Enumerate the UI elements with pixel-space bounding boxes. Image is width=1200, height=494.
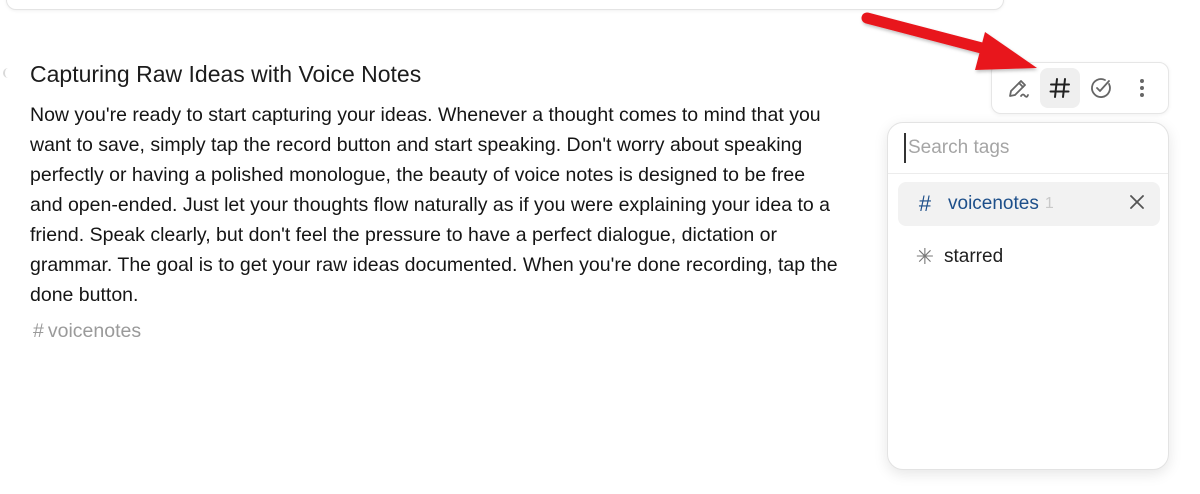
hashtag-icon: #	[918, 191, 932, 216]
note-tag-chip[interactable]: # voicenotes	[33, 316, 141, 346]
more-options-button[interactable]	[1122, 68, 1162, 108]
search-tags-input[interactable]	[904, 133, 1148, 163]
page: Capturing Raw Ideas with Voice Notes Now…	[0, 0, 1200, 494]
tag-option-label: voicenotes	[948, 193, 1039, 214]
tag-option-count: 1	[1044, 195, 1054, 212]
remove-tag-button[interactable]	[1126, 193, 1148, 215]
asterisk-icon: ✳	[915, 244, 935, 269]
tag-option-label: starred	[944, 246, 1004, 267]
note-title: Capturing Raw Ideas with Voice Notes	[30, 61, 422, 87]
mark-done-button[interactable]	[1081, 68, 1121, 108]
annotation-arrow	[855, 0, 1055, 85]
close-icon	[1129, 194, 1145, 215]
more-vertical-icon	[1129, 75, 1155, 101]
tag-option-voicenotes[interactable]: # voicenotes 1	[898, 182, 1160, 226]
tags-dropdown: # voicenotes 1 ✳ starred	[887, 122, 1169, 470]
check-circle-icon	[1088, 75, 1114, 101]
note-bullet-marker	[3, 68, 12, 78]
note-tag-label: voicenotes	[47, 320, 142, 342]
note-tag-hash: #	[33, 320, 44, 342]
divider	[888, 173, 1168, 174]
tag-option-starred[interactable]: ✳ starred	[898, 235, 1160, 279]
